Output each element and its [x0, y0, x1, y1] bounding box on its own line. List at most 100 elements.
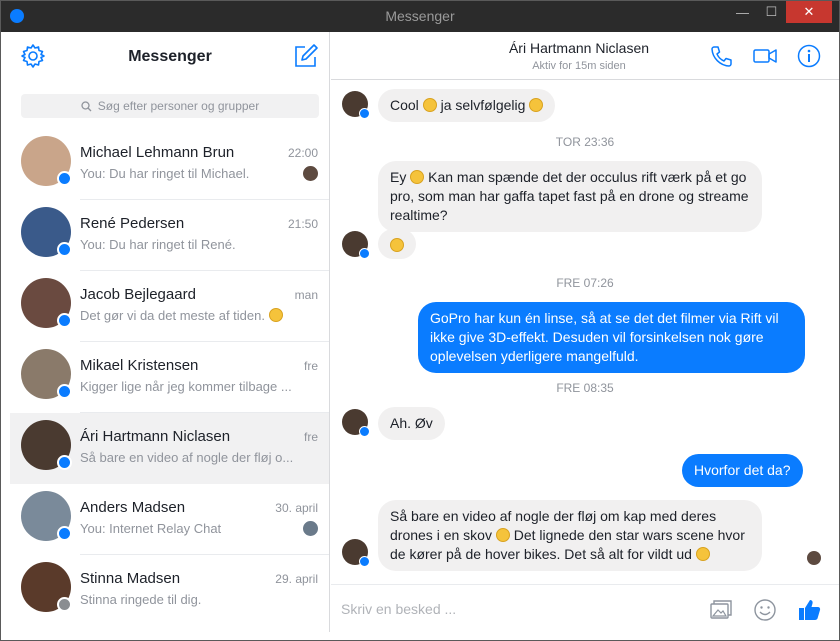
preview-text: Det gør vi da det meste af tiden.: [80, 308, 265, 323]
contact-avatar: [342, 91, 370, 119]
conversation-preview: You: Du har ringet til René.: [80, 237, 236, 252]
conversation-time: 22:00: [287, 146, 318, 160]
conversation-name: Michael Lehmann Brun: [80, 144, 235, 161]
conversation-item[interactable]: Michael Lehmann Brun 22:00 You: Du har r…: [10, 129, 329, 200]
timestamp-divider: FRE 08:35: [556, 381, 614, 395]
conversation-name: Stinna Madsen: [80, 570, 181, 587]
window-title: Messenger: [385, 8, 455, 24]
messenger-badge-icon: [359, 426, 370, 437]
minimize-button[interactable]: —: [728, 1, 757, 23]
message-text: ja selvfølgelig: [440, 97, 526, 113]
conversation-name: Anders Madsen: [80, 499, 186, 516]
message-composer: [331, 584, 839, 632]
search-placeholder: Søg efter personer og grupper: [97, 99, 260, 113]
image-icon[interactable]: [708, 597, 734, 623]
search-icon: [81, 100, 92, 111]
facebook-badge-icon: [57, 597, 72, 612]
conversation-preview: Stinna ringede til dig.: [80, 592, 202, 607]
messenger-window: Messenger — ☐ ✕ Messenger Søg efter pers…: [0, 0, 840, 641]
messenger-badge-icon: [57, 171, 72, 186]
chat-panel: Ári Hartmann Niclasen Aktiv for 15m side…: [331, 32, 839, 632]
conversation-time: fre: [303, 359, 318, 373]
conversation-item[interactable]: René Pedersen 21:50 You: Du har ringet t…: [10, 200, 329, 271]
smiley-emoji-icon: [268, 308, 283, 322]
message-text: drones i en skov: [390, 527, 492, 543]
messenger-badge-icon: [57, 242, 72, 257]
messenger-badge-icon: [359, 556, 370, 567]
message-text: Kan man spænde det der occulus rift værk…: [428, 169, 747, 185]
video-camera-icon[interactable]: [752, 44, 778, 68]
conversation-preview: Så bare en video af nogle der fløj o...: [80, 450, 294, 465]
conversation-preview: Kigger lige når jeg kommer tilbage ...: [80, 379, 292, 394]
conversation-time: 29. april: [275, 572, 318, 586]
conversation-time: 30. april: [275, 501, 318, 515]
thumbs-up-icon[interactable]: [796, 597, 822, 623]
timestamp-divider: FRE 07:26: [556, 276, 614, 290]
conversation-item-active[interactable]: Ári Hartmann Niclasen fre Så bare en vid…: [10, 413, 329, 484]
conversation-name: Ári Hartmann Niclasen: [80, 428, 231, 445]
phone-icon[interactable]: [708, 44, 734, 68]
message-bubble-outgoing: Hvorfor det da?: [682, 454, 803, 487]
conversation-preview: Det gør vi da det meste af tiden.: [80, 308, 300, 323]
smiley-emoji-icon: [695, 547, 710, 561]
message-text: GoPro har kun én linse, så at se det det…: [430, 310, 779, 326]
message-text: Cool: [390, 97, 419, 113]
message-bubble-incoming: Ey Kan man spænde det der occulus rift v…: [378, 161, 762, 232]
title-bar: Messenger — ☐ ✕: [1, 1, 839, 32]
message-input[interactable]: [341, 599, 691, 619]
messenger-badge-icon: [359, 108, 370, 119]
smiley-emoji-icon: [390, 238, 404, 252]
search-input[interactable]: Søg efter personer og grupper: [21, 94, 319, 118]
timestamp-divider: TOR 23:36: [555, 135, 615, 149]
message-text: ikke give 3D-effekt. Desuden vil forsink…: [430, 329, 764, 345]
contact-avatar: [342, 231, 370, 259]
message-text: Ey: [390, 169, 407, 185]
conversation-time: fre: [303, 430, 318, 444]
maximize-button[interactable]: ☐: [757, 1, 786, 23]
message-text: de kører på de hover bikes. Det så alt f…: [390, 546, 692, 562]
message-bubble-incoming: [378, 229, 416, 259]
conversation-preview: You: Internet Relay Chat: [80, 521, 222, 536]
conversation-name: René Pedersen: [80, 215, 185, 232]
smiley-emoji-icon: [422, 98, 437, 112]
close-button[interactable]: ✕: [786, 1, 832, 23]
smiley-emoji-icon: [495, 528, 510, 542]
seen-avatar: [303, 166, 318, 181]
conversation-name: Jacob Bejlegaard: [80, 286, 196, 303]
emoji-icon[interactable]: [752, 597, 778, 623]
message-text: realtime?: [390, 207, 448, 223]
smiley-emoji-icon: [529, 98, 544, 112]
conversation-item[interactable]: Anders Madsen 30. april You: Internet Re…: [10, 484, 329, 555]
seen-avatar: [807, 551, 821, 565]
message-bubble-incoming: Cool ja selvfølgelig: [378, 89, 556, 122]
conversation-preview: You: Du har ringet til Michael.: [80, 166, 250, 181]
info-icon[interactable]: [796, 44, 822, 68]
contact-avatar: [342, 539, 370, 567]
messenger-badge-icon: [57, 455, 72, 470]
contact-name: Ári Hartmann Niclasen: [508, 40, 650, 56]
sidebar-title: Messenger: [128, 48, 212, 65]
message-text: Det lignede den star wars scene hvor: [513, 527, 745, 543]
compose-icon[interactable]: [293, 43, 319, 69]
conversation-item[interactable]: Stinna Madsen 29. april Stinna ringede t…: [10, 555, 329, 626]
message-text: pro, som man har gaffa tapet fast på en …: [390, 188, 749, 204]
seen-avatar: [303, 521, 318, 536]
messenger-badge-icon: [359, 248, 370, 259]
conversation-item[interactable]: Jacob Bejlegaard man Det gør vi da det m…: [10, 271, 329, 342]
message-text: oplevelsen yderligere mangelfuld.: [430, 348, 639, 364]
contact-avatar: [342, 409, 370, 437]
messenger-badge-icon: [57, 384, 72, 399]
contact-status: Aktiv for 15m siden: [532, 60, 626, 72]
message-bubble-incoming: Ah. Øv: [378, 407, 445, 440]
conversation-time: man: [294, 288, 318, 302]
messenger-badge-icon: [57, 526, 72, 541]
messenger-badge-icon: [57, 313, 72, 328]
message-bubble-incoming: Så bare en video af nogle der fløj om ka…: [378, 500, 762, 571]
chat-header: Ári Hartmann Niclasen Aktiv for 15m side…: [331, 32, 839, 80]
smiley-emoji-icon: [410, 170, 425, 184]
conversation-name: Mikael Kristensen: [80, 357, 199, 374]
conversation-item[interactable]: Mikael Kristensen fre Kigger lige når je…: [10, 342, 329, 413]
message-text: Så bare en video af nogle der fløj om ka…: [390, 508, 717, 524]
message-thread: Cool ja selvfølgelig TOR 23:36 Ey Kan ma…: [331, 81, 839, 584]
conversation-sidebar: Messenger Søg efter personer og grupper …: [10, 32, 330, 632]
